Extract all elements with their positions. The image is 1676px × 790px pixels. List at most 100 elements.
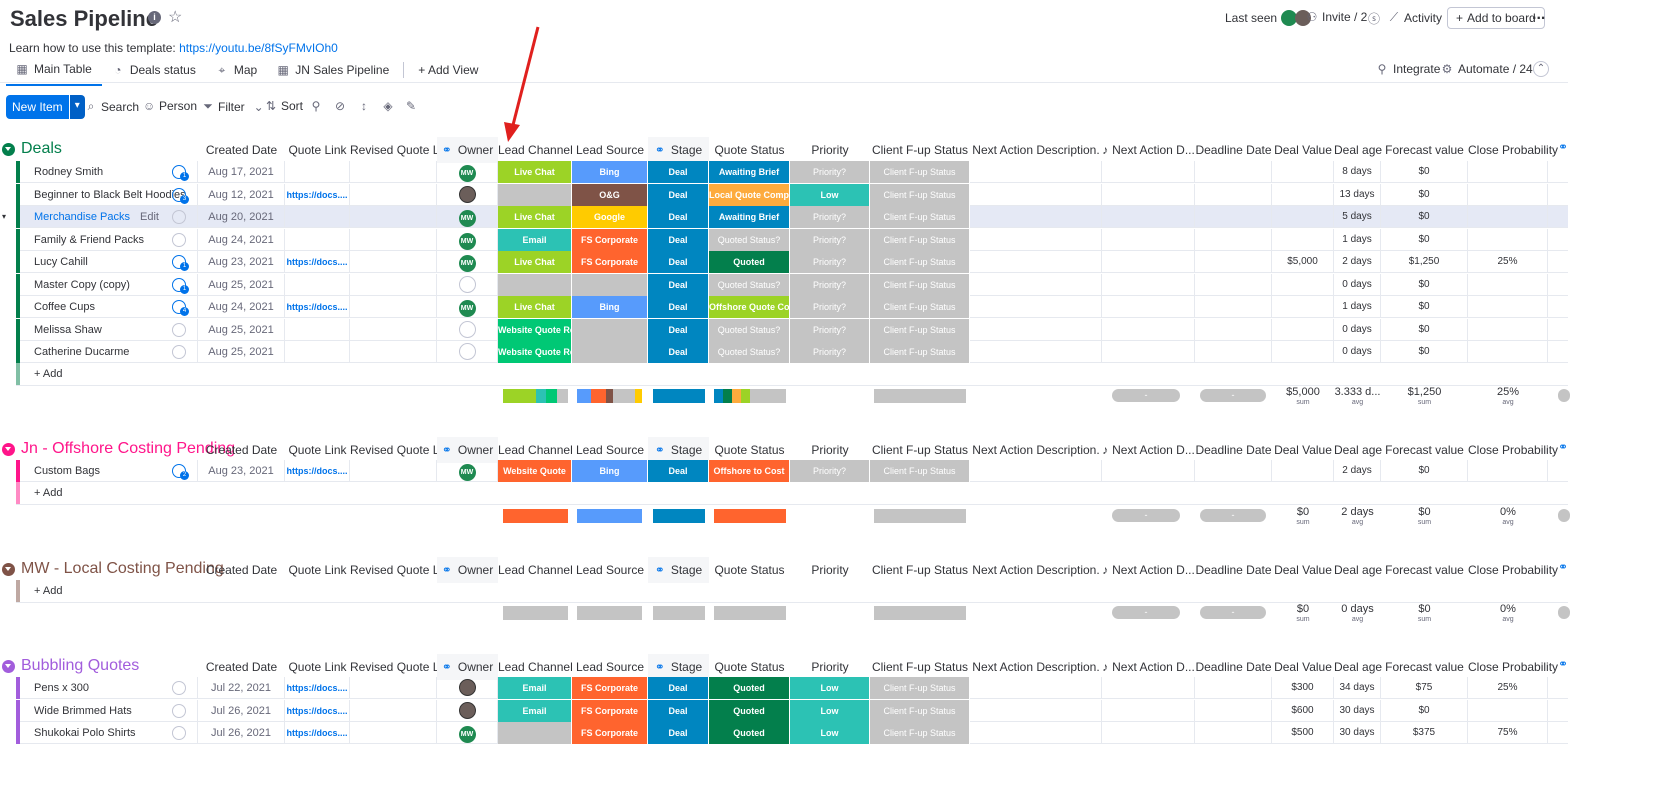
column-header[interactable]: Deal age [1334, 557, 1382, 583]
invite-button[interactable]: ⚇ Invite / 2 [1306, 10, 1368, 24]
table-cell[interactable] [1195, 677, 1272, 699]
column-header[interactable]: Lead Source [572, 557, 648, 583]
table-cell[interactable] [1102, 228, 1195, 251]
add-item-button[interactable]: + Add [34, 487, 62, 499]
group-title[interactable]: Bubbling Quotes [2, 657, 139, 675]
age-cell[interactable]: 2 days [1334, 460, 1381, 482]
table-cell[interactable] [1102, 161, 1195, 183]
column-header[interactable]: Next Action Description. [970, 557, 1102, 583]
info-icon[interactable]: i [148, 11, 161, 24]
prob-cell[interactable] [1468, 228, 1548, 251]
group-title[interactable]: MW - Local Costing Pending [2, 560, 224, 578]
table-cell[interactable] [1102, 296, 1195, 318]
value-cell[interactable] [1272, 318, 1334, 341]
owner-cell[interactable] [437, 318, 498, 341]
column-header[interactable]: ⚭ Stage [648, 557, 709, 583]
channel-status-cell[interactable]: Website Quote Req [498, 341, 572, 363]
quote-link-cell[interactable]: https://docs.... [285, 251, 350, 273]
more-menu-icon[interactable]: ... [1532, 6, 1545, 24]
table-cell[interactable] [350, 677, 437, 699]
column-header[interactable]: Quote Status [709, 557, 790, 583]
source-status-cell[interactable]: Bing [572, 161, 648, 183]
integrations-icon[interactable]: ⓢ [1368, 10, 1380, 27]
priority-status-cell[interactable]: Priority? [790, 251, 870, 273]
table-cell[interactable] [350, 251, 437, 273]
table-cell[interactable] [970, 206, 1102, 228]
forecast-cell[interactable]: $75 [1381, 677, 1468, 699]
value-cell[interactable] [1272, 341, 1334, 363]
quote-status-cell[interactable]: Quoted [709, 677, 790, 699]
link-icon[interactable]: ⚭ [1558, 140, 1568, 154]
column-header[interactable]: Quote Link [285, 557, 350, 583]
channel-status-cell[interactable]: Live Chat [498, 206, 572, 228]
created-date-cell[interactable]: Aug 24, 2021 [198, 296, 285, 318]
stage-status-cell[interactable]: Deal [648, 677, 709, 699]
table-cell[interactable] [970, 699, 1102, 722]
color-icon[interactable]: ◈ [382, 99, 394, 113]
person-filter-button[interactable]: ☺ Person [143, 99, 197, 113]
column-header[interactable]: Deal Value [1272, 557, 1334, 583]
stage-status-cell[interactable]: Deal [648, 206, 709, 228]
channel-status-cell[interactable]: Live Chat [498, 251, 572, 273]
table-cell[interactable] [1195, 228, 1272, 251]
source-status-cell[interactable]: Bing [572, 296, 648, 318]
stage-status-cell[interactable]: Deal [648, 699, 709, 722]
column-header[interactable]: Priority [790, 137, 870, 163]
table-cell[interactable] [1195, 296, 1272, 318]
table-cell[interactable] [1102, 318, 1195, 341]
priority-status-cell[interactable]: Priority? [790, 341, 870, 363]
fup-status-cell[interactable]: Client F-up Status [870, 228, 970, 251]
search-button[interactable]: ⌕ Search [85, 99, 139, 114]
column-header[interactable]: Deal age [1334, 137, 1382, 163]
quote-status-cell[interactable]: Quoted Status? [709, 318, 790, 341]
channel-status-cell[interactable] [498, 273, 572, 296]
quote-status-cell[interactable]: Quoted Status? [709, 273, 790, 296]
value-cell[interactable]: $500 [1272, 722, 1334, 744]
table-cell[interactable] [970, 341, 1102, 363]
last-seen[interactable]: Last seen [1225, 10, 1312, 26]
table-cell[interactable] [1195, 460, 1272, 482]
column-header[interactable]: Quote Status [709, 137, 790, 163]
stage-status-cell[interactable]: Deal [648, 228, 709, 251]
quote-status-cell[interactable]: Local Quote Compl... [709, 183, 790, 206]
source-status-cell[interactable] [572, 341, 648, 363]
updates-icon[interactable] [172, 322, 186, 337]
fup-status-cell[interactable]: Client F-up Status [870, 341, 970, 363]
stage-status-cell[interactable]: Deal [648, 273, 709, 296]
owner-cell[interactable]: MW [437, 206, 498, 228]
column-header[interactable]: Deadline Date [1195, 557, 1272, 583]
created-date-cell[interactable]: Aug 25, 2021 [198, 273, 285, 296]
prob-cell[interactable] [1468, 318, 1548, 341]
column-header[interactable]: Deadline Date [1195, 137, 1272, 163]
column-header[interactable]: ⚭ Owner [437, 137, 498, 163]
add-item-button[interactable]: + Add [34, 585, 62, 597]
integrate-button[interactable]: ⚲ Integrate [1376, 62, 1441, 76]
fup-status-cell[interactable]: Client F-up Status [870, 206, 970, 228]
age-cell[interactable]: 13 days [1334, 183, 1381, 206]
star-icon[interactable]: ☆ [168, 7, 182, 27]
table-cell[interactable] [1102, 699, 1195, 722]
value-cell[interactable] [1272, 206, 1334, 228]
quote-link-cell[interactable] [285, 341, 350, 363]
priority-status-cell[interactable]: Low [790, 722, 870, 744]
quote-status-cell[interactable]: Quoted [709, 722, 790, 744]
stage-status-cell[interactable]: Deal [648, 318, 709, 341]
channel-status-cell[interactable]: Email [498, 228, 572, 251]
forecast-cell[interactable]: $0 [1381, 228, 1468, 251]
chevron-down-icon[interactable] [2, 442, 15, 456]
chevron-down-icon[interactable] [2, 142, 15, 156]
sort-button[interactable]: ⇅ Sort [265, 99, 303, 113]
table-cell[interactable] [350, 183, 437, 206]
priority-status-cell[interactable]: Priority? [790, 296, 870, 318]
automate-button[interactable]: ⚙ Automate / 24 [1441, 62, 1533, 76]
age-cell[interactable]: 0 days [1334, 273, 1381, 296]
column-header[interactable]: Deal Value [1272, 137, 1334, 163]
forecast-cell[interactable]: $0 [1381, 699, 1468, 722]
source-status-cell[interactable]: FS Corporate [572, 251, 648, 273]
add-item-button[interactable]: + Add [34, 368, 62, 380]
table-cell[interactable] [970, 228, 1102, 251]
column-header[interactable]: Next Action Description. [970, 137, 1102, 163]
forecast-cell[interactable]: $0 [1381, 296, 1468, 318]
column-header[interactable]: Close Probability [1468, 137, 1558, 163]
table-cell[interactable] [350, 228, 437, 251]
